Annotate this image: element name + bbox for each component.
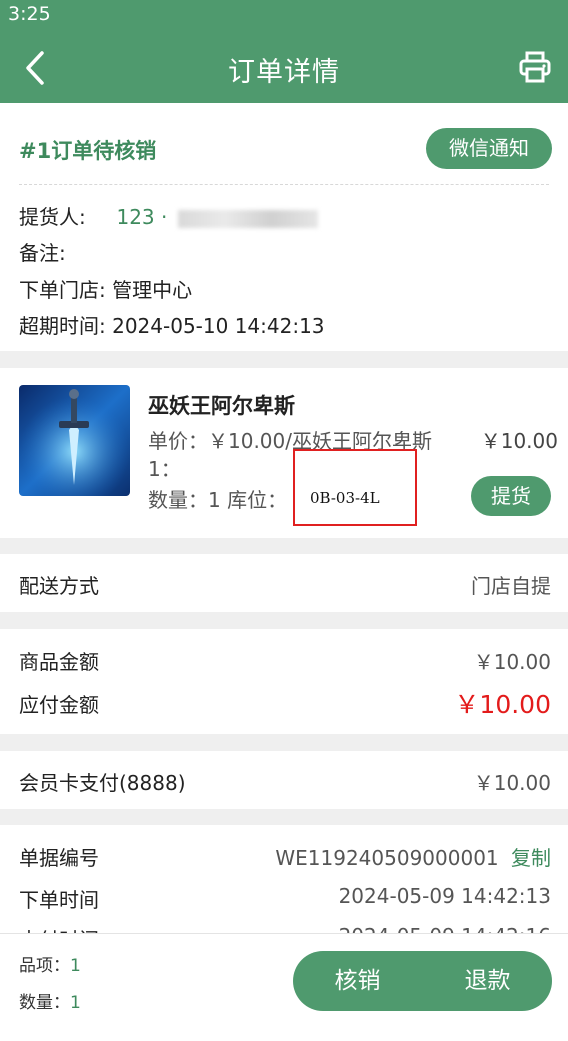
items-value: 1 xyxy=(70,956,81,976)
store-row: 下单门店: 管理中心 xyxy=(19,274,192,303)
pay-time-label: 支付时间 xyxy=(19,924,99,933)
record-no-label: 单据编号 xyxy=(19,846,99,870)
picker-row: 提货人: 123 · xyxy=(19,201,318,230)
order-status-title: #1订单待核销 xyxy=(19,139,157,163)
record-no-value: WE119240509000001 xyxy=(275,846,499,870)
product-card: 巫妖王阿尔卑斯 单价：￥10.00/巫妖王阿尔卑斯 ￥10.00 1： 数量：1… xyxy=(0,368,568,538)
location-code: 0B-03-4L xyxy=(310,489,380,507)
amounts-card: 商品金额 ￥10.00 应付金额 ￥10.00 xyxy=(0,629,568,734)
store-value: 管理中心 xyxy=(112,278,193,302)
verify-button[interactable]: 核销 xyxy=(293,951,422,1011)
goods-amount-value: ￥10.00 xyxy=(473,650,551,674)
pickup-button[interactable]: 提货 xyxy=(471,476,551,516)
remark-label: 备注: xyxy=(19,241,66,265)
pay-time-value: 2024-05-09 14:42:16 xyxy=(339,924,551,933)
goods-amount-label: 商品金额 xyxy=(19,650,99,674)
payment-row: 会员卡支付(8888) ￥10.00 xyxy=(0,751,568,809)
print-button[interactable] xyxy=(518,50,552,84)
action-group: 核销 退款 xyxy=(293,951,552,1011)
expire-label: 超期时间: xyxy=(19,314,106,338)
order-header-card: #1订单待核销 微信通知 提货人: 123 · 备注: 下单门店: 管理中心 超… xyxy=(0,103,568,351)
status-time: 3:25 xyxy=(8,3,51,25)
product-name: 巫妖王阿尔卑斯 xyxy=(148,394,295,418)
order-time-value: 2024-05-09 14:42:13 xyxy=(338,884,551,908)
status-bar: 3:25 xyxy=(0,0,568,28)
payable-amount-label: 应付金额 xyxy=(19,693,99,717)
record-card: 单据编号 WE119240509000001 复制 下单时间 2024-05-0… xyxy=(0,825,568,933)
quantity-label: 数量： xyxy=(19,993,70,1013)
nav-bar: 订单详情 xyxy=(0,28,568,103)
wechat-notify-button[interactable]: 微信通知 xyxy=(426,128,552,169)
printer-icon xyxy=(519,51,551,83)
blurred-phone xyxy=(177,209,318,228)
picker-separator: · xyxy=(161,205,168,229)
delivery-value: 门店自提 xyxy=(471,574,551,598)
sword-icon xyxy=(19,385,130,496)
store-label: 下单门店: xyxy=(19,278,106,302)
page-title: 订单详情 xyxy=(228,57,340,88)
quantity-line: 数量：1 库位： xyxy=(148,488,288,512)
picker-name[interactable]: 123 xyxy=(116,205,154,229)
refund-button[interactable]: 退款 xyxy=(423,951,552,1011)
delivery-label: 配送方式 xyxy=(19,574,99,598)
quantity-value: 1 xyxy=(70,993,81,1013)
unit-price-line-2: 1： xyxy=(148,457,181,481)
payment-value: ￥10.00 xyxy=(473,771,551,795)
order-time-label: 下单时间 xyxy=(19,888,99,912)
expire-row: 超期时间: 2024-05-10 14:42:13 xyxy=(19,310,325,339)
payment-label: 会员卡支付(8888) xyxy=(19,771,186,795)
items-label: 品项： xyxy=(19,956,70,976)
location-code-box: 0B-03-4L xyxy=(293,449,417,526)
bottom-bar: 品项：1 数量：1 核销 退款 xyxy=(0,933,568,1041)
delivery-row: 配送方式 门店自提 xyxy=(0,554,568,612)
remark-row: 备注: xyxy=(19,237,66,266)
payable-amount-value: ￥10.00 xyxy=(454,690,551,719)
picker-label: 提货人: xyxy=(19,205,86,229)
divider xyxy=(19,184,549,185)
copy-button[interactable]: 复制 xyxy=(511,846,551,870)
quantity-count: 数量：1 xyxy=(19,988,81,1013)
expire-value: 2024-05-10 14:42:13 xyxy=(112,314,325,338)
items-count: 品项：1 xyxy=(19,951,81,976)
product-thumbnail[interactable] xyxy=(19,385,130,496)
product-price: ￥10.00 xyxy=(480,429,558,453)
record-no-row: WE119240509000001 复制 xyxy=(275,842,551,871)
